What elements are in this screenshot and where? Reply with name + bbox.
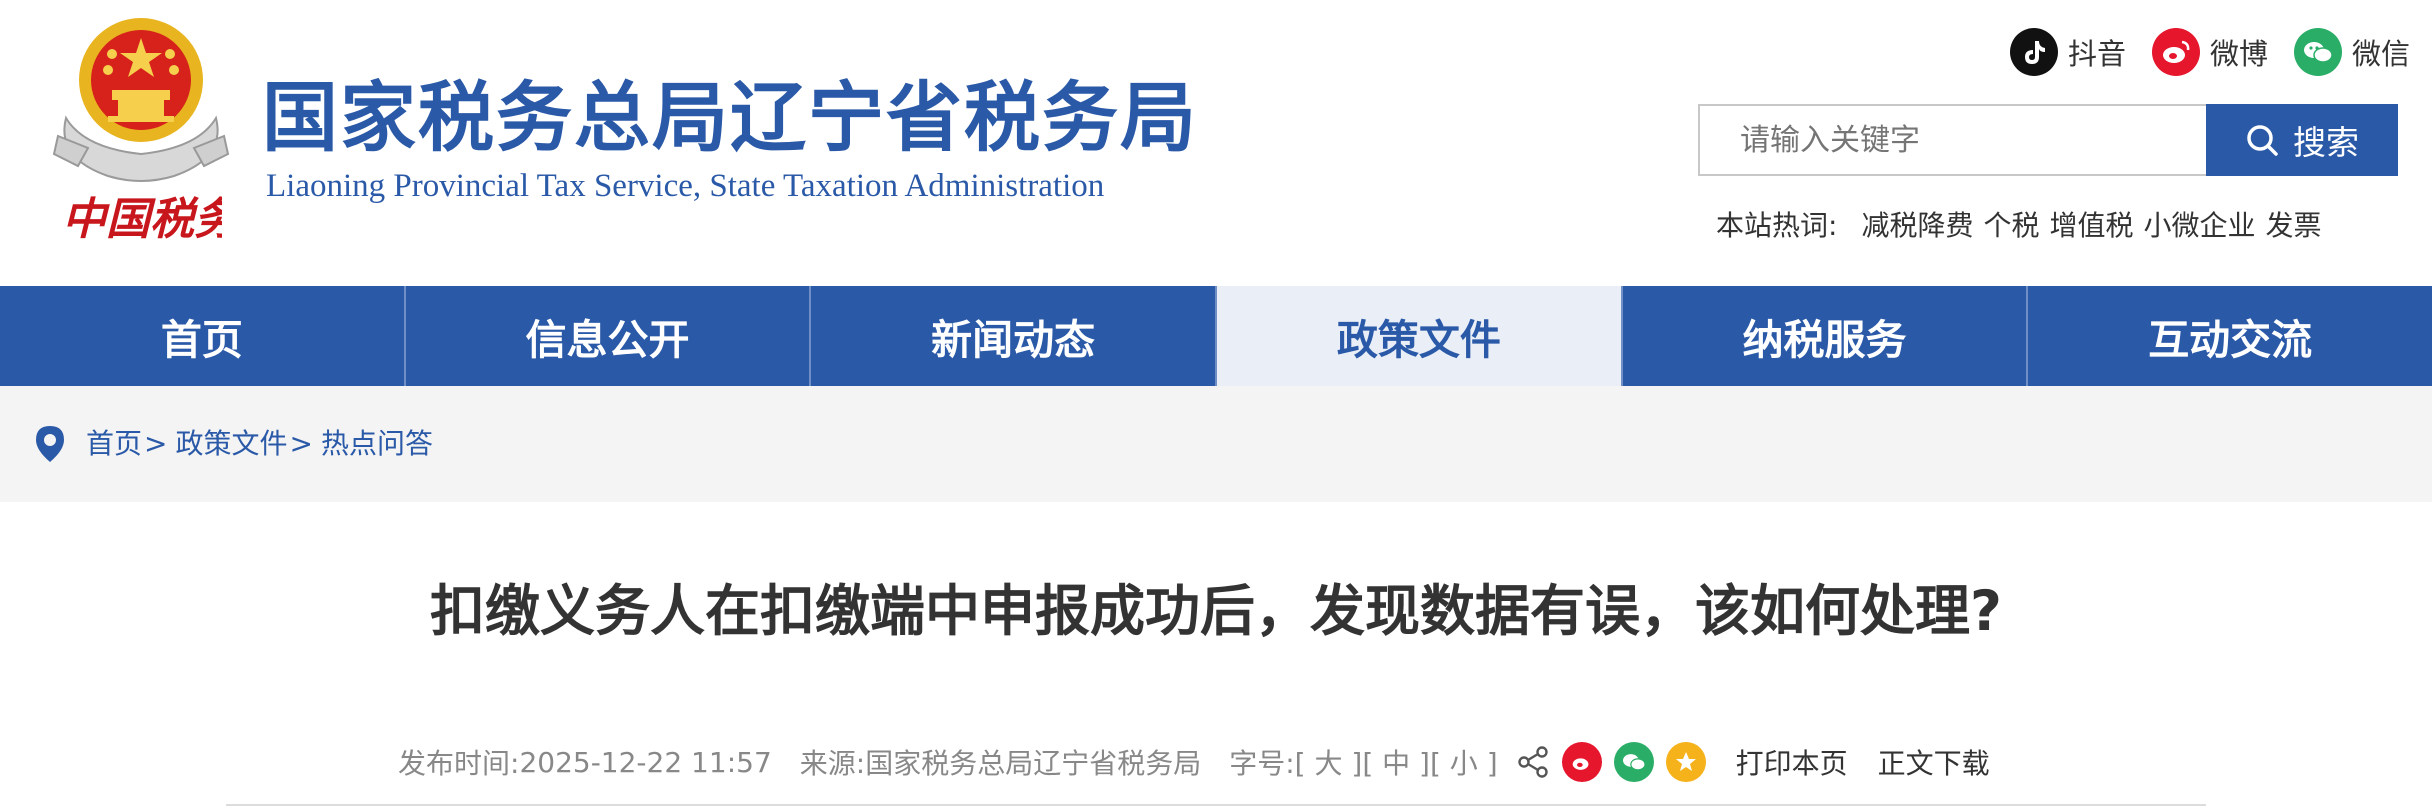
nav-item-interaction[interactable]: 互动交流: [2028, 286, 2432, 386]
nav-item-policy[interactable]: 政策文件: [1217, 286, 1623, 386]
share-weibo-icon[interactable]: [1561, 742, 1602, 782]
hotword-link[interactable]: 减税降费: [1861, 204, 1973, 244]
nav-item-news[interactable]: 新闻动态: [811, 286, 1218, 386]
breadcrumb-policy[interactable]: 政策文件: [175, 427, 287, 460]
douyin-icon: [2010, 28, 2058, 76]
weibo-icon: [2152, 28, 2200, 76]
nav-item-tax-service[interactable]: 纳税服务: [1623, 286, 2029, 386]
nav-item-home[interactable]: 首页: [0, 286, 406, 386]
social-link-wechat[interactable]: 微信: [2294, 28, 2410, 76]
hotword-link[interactable]: 增值税: [2049, 204, 2133, 244]
breadcrumb-home[interactable]: 首页: [86, 427, 142, 460]
wechat-icon: [2294, 28, 2342, 76]
hotword-link[interactable]: 发票: [2266, 204, 2322, 244]
breadcrumb-separator: >: [144, 427, 168, 460]
search-icon: [2247, 125, 2278, 156]
publish-time-label: 发布时间:: [398, 747, 520, 780]
site-header: 中国税务 国家税务总局辽宁省税务局 Liaoning Provincial Ta…: [0, 0, 2432, 286]
hotwords-label: 本站热词:: [1716, 209, 1838, 242]
download-link[interactable]: 正文下载: [1878, 742, 1990, 782]
search-button-label: 搜索: [2293, 123, 2359, 162]
social-label: 微博: [2210, 37, 2269, 71]
font-size-small[interactable]: [ 小 ]: [1430, 742, 1498, 782]
hotword-link[interactable]: 个税: [1983, 204, 2039, 244]
social-link-weibo[interactable]: 微博: [2152, 28, 2268, 76]
article-meta: 发布时间: 2025-12-22 11:57 来源: 国家税务总局辽宁省税务局 …: [398, 740, 1990, 784]
search-button[interactable]: 搜索: [2206, 104, 2398, 176]
location-pin-icon: [36, 426, 64, 462]
social-link-douyin[interactable]: 抖音: [2010, 28, 2126, 76]
main-nav: 首页 信息公开 新闻动态 政策文件 纳税服务 互动交流: [0, 286, 2432, 386]
font-size-medium[interactable]: [ 中 ]: [1362, 742, 1430, 782]
font-size-large[interactable]: [ 大 ]: [1295, 742, 1363, 782]
article-title: 扣缴义务人在扣缴端中申报成功后，发现数据有误，该如何处理?: [430, 579, 2002, 643]
svg-text:中国税务: 中国税务: [62, 194, 222, 244]
hotwords: 本站热词: 减税降费 个税 增值税 小微企业 发票: [1716, 204, 2322, 244]
share-wechat-icon[interactable]: [1613, 742, 1654, 782]
source: 国家税务总局辽宁省税务局: [865, 747, 1202, 780]
social-label: 抖音: [2068, 37, 2127, 71]
print-page-link[interactable]: 打印本页: [1736, 742, 1848, 782]
publish-time: 2025-12-22 11:57: [519, 745, 772, 779]
share-icon[interactable]: [1516, 745, 1550, 779]
nav-item-info-disclosure[interactable]: 信息公开: [406, 286, 812, 386]
national-emblem-icon: [52, 18, 230, 182]
site-title: 国家税务总局辽宁省税务局: [262, 73, 1198, 162]
breadcrumb-hot-qa[interactable]: 热点问答: [321, 427, 433, 460]
source-label: 来源:: [799, 747, 866, 780]
brand-seal-icon: 中国税务: [62, 194, 222, 244]
breadcrumb-separator: >: [289, 427, 313, 460]
site-subtitle: Liaoning Provincial Tax Service, State T…: [266, 168, 1105, 204]
divider: [226, 804, 2206, 806]
breadcrumb: 首页> 政策文件> 热点问答: [86, 424, 433, 464]
hotword-link[interactable]: 小微企业: [2143, 204, 2255, 244]
search-input[interactable]: [1698, 104, 2208, 176]
font-size-label: 字号:: [1229, 747, 1295, 780]
social-label: 微信: [2352, 37, 2411, 71]
share-qzone-icon[interactable]: [1665, 742, 1706, 782]
